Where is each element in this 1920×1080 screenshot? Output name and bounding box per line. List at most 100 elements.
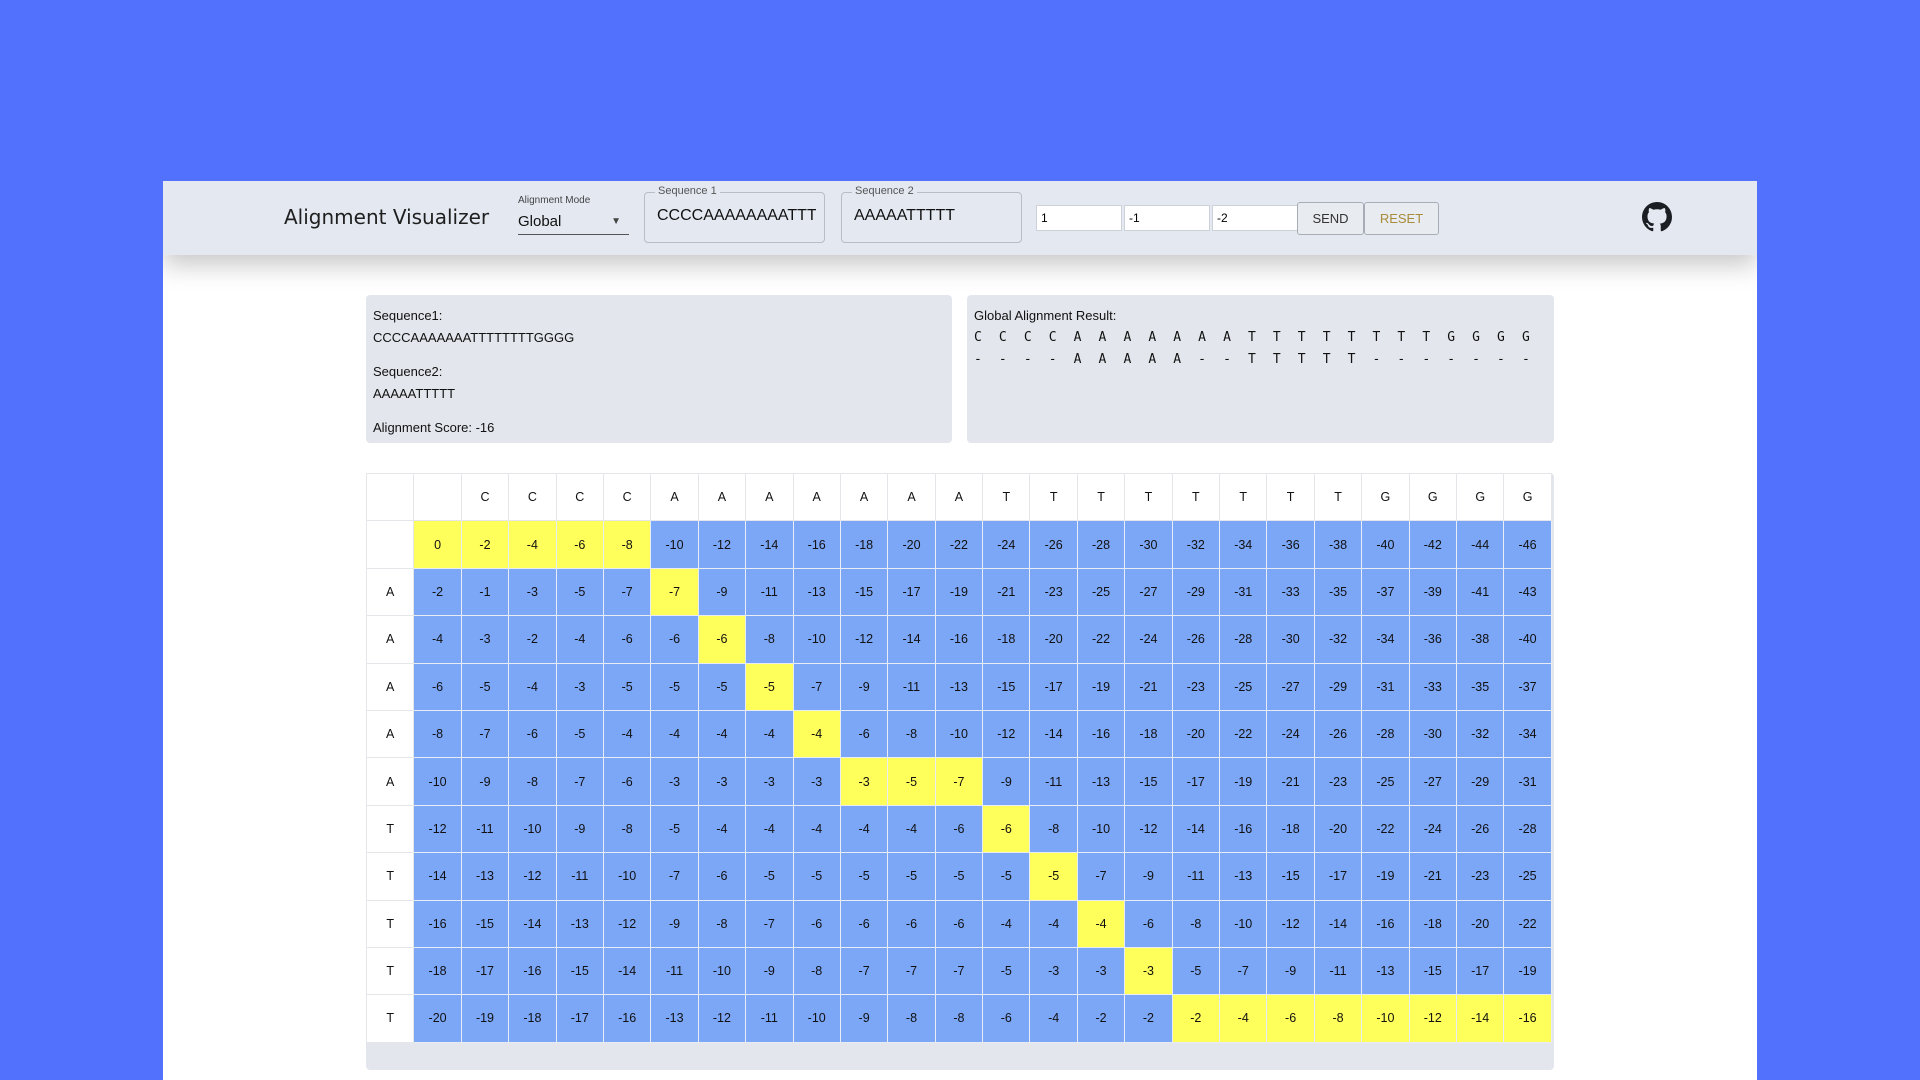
send-button[interactable]: SEND <box>1297 202 1364 235</box>
matrix-cell: -4 <box>697 709 747 759</box>
matrix-cell: -5 <box>745 852 794 901</box>
column-header: C <box>508 472 557 522</box>
match-score-input[interactable] <box>1036 205 1122 231</box>
aligned-char: - <box>1397 352 1406 367</box>
aligned-char: C <box>998 330 1007 345</box>
score-matrix-panel: C C C C A A A A A A A T T T T T T T T G G G G 0 -2 -4 -6 -8 -10 -12 -1… <box>365 472 1554 1070</box>
matrix-cell: -4 <box>413 615 462 664</box>
alignment-result-card: Global Alignment Result: CCCCAAAAAAATTTT… <box>967 295 1554 443</box>
alignment-result-heading: Global Alignment Result: <box>974 308 1117 323</box>
matrix-cell: -12 <box>839 615 889 664</box>
matrix-cell: -8 <box>1171 899 1221 948</box>
matrix-cell: -17 <box>1455 946 1505 996</box>
path-cell: -2 <box>460 520 510 569</box>
aligned-char: - <box>1521 352 1530 367</box>
reset-button[interactable]: RESET <box>1364 202 1439 235</box>
aligned-char: T <box>1247 330 1256 345</box>
matrix-cell: -9 <box>839 662 889 711</box>
matrix-cell: -18 <box>1124 709 1173 759</box>
sequence2-input[interactable] <box>854 207 1013 225</box>
path-cell: -8 <box>1313 994 1363 1043</box>
matrix-cell: -19 <box>460 994 510 1043</box>
matrix-cell: -39 <box>1408 567 1457 617</box>
row-header: A <box>365 709 415 759</box>
alignment-mode-select[interactable]: Alignment Mode Global ▼ <box>518 195 629 235</box>
matrix-cell: -11 <box>555 852 604 901</box>
matrix-cell: -16 <box>602 994 652 1043</box>
row-header: T <box>365 852 415 901</box>
matrix-cell: -11 <box>1313 946 1363 996</box>
aligned-char: A <box>1073 352 1082 367</box>
matrix-cell: -43 <box>1503 567 1552 617</box>
matrix-cell: -11 <box>887 662 936 711</box>
matrix-cell: -5 <box>650 804 699 854</box>
matrix-cell: -17 <box>1029 662 1078 711</box>
matrix-cell: -3 <box>555 662 604 711</box>
matrix-cell: -8 <box>697 899 747 948</box>
matrix-cell: -14 <box>1171 804 1221 854</box>
matrix-cell: -13 <box>555 899 604 948</box>
matrix-cell: -16 <box>934 615 984 664</box>
matrix-cell: -11 <box>745 994 794 1043</box>
column-header: C <box>555 472 604 522</box>
matrix-cell: -5 <box>982 852 1031 901</box>
aligned-char: T <box>1372 330 1381 345</box>
column-header: G <box>1455 472 1505 522</box>
aligned-char: T <box>1397 330 1406 345</box>
aligned-char: - <box>1472 352 1480 367</box>
matrix-row: T -16 -15 -14 -13 -12 -9 -8 -7 -6 -6 -6 -6 -4 -4 -4 -6 -8… <box>365 899 1552 948</box>
matrix-cell: -19 <box>1219 757 1268 806</box>
sequence1-input[interactable] <box>657 207 816 225</box>
aligned-char: C <box>974 330 982 345</box>
sequence2-field[interactable]: Sequence 2 <box>841 185 1022 243</box>
path-cell: -4 <box>508 520 557 569</box>
matrix-cell: -20 <box>1029 615 1078 664</box>
matrix-cell: -13 <box>1219 852 1268 901</box>
aligned-char: A <box>1148 330 1157 345</box>
matrix-cell: -6 <box>887 899 936 948</box>
matrix-cell: -7 <box>1076 852 1126 901</box>
matrix-cell: -22 <box>1361 804 1410 854</box>
matrix-cell: -31 <box>1219 567 1268 617</box>
matrix-cell: -12 <box>602 899 652 948</box>
path-cell: -4 <box>1219 994 1268 1043</box>
matrix-cell: -28 <box>1503 804 1552 854</box>
matrix-cell: -23 <box>1455 852 1505 901</box>
matrix-cell: -24 <box>982 520 1031 569</box>
matrix-cell: -29 <box>1171 567 1221 617</box>
aligned-char: - <box>1372 352 1381 367</box>
gap-penalty-input[interactable] <box>1212 205 1298 231</box>
aligned-char: T <box>1247 352 1256 367</box>
matrix-cell: -14 <box>1029 709 1078 759</box>
path-cell: -8 <box>602 520 652 569</box>
matrix-cell: -26 <box>1313 709 1363 759</box>
matrix-cell: -7 <box>839 946 889 996</box>
matrix-cell: -4 <box>602 709 652 759</box>
matrix-cell: -6 <box>602 757 652 806</box>
matrix-cell: -14 <box>508 899 557 948</box>
sequence1-value: CCCCAAAAAAATTTTTTTTGGGG <box>373 330 575 345</box>
matrix-cell: -7 <box>745 899 794 948</box>
matrix-cell: -13 <box>650 994 699 1043</box>
matrix-cell: -18 <box>1408 899 1457 948</box>
matrix-cell: -11 <box>1171 852 1221 901</box>
mismatch-score-input[interactable] <box>1124 205 1210 231</box>
matrix-cell: -12 <box>508 852 557 901</box>
matrix-cell: -10 <box>792 615 841 664</box>
matrix-cell: -23 <box>1171 662 1221 711</box>
matrix-cell: -19 <box>934 567 984 617</box>
aligned-char: C <box>1048 330 1057 345</box>
github-icon[interactable] <box>1642 202 1672 232</box>
matrix-cell: -27 <box>1408 757 1457 806</box>
row-header: A <box>365 615 415 664</box>
matrix-cell: -2 <box>1124 994 1173 1043</box>
matrix-cell: -5 <box>982 946 1031 996</box>
path-cell: -6 <box>555 520 604 569</box>
matrix-cell: -10 <box>508 804 557 854</box>
alignment-mode-value: Global <box>518 213 562 230</box>
sequence1-field[interactable]: Sequence 1 <box>644 185 825 243</box>
row-header: A <box>365 757 415 806</box>
matrix-cell: -15 <box>555 946 604 996</box>
aligned-sequence-bottom: ----AAAAA--TTTTT------- <box>974 349 1547 371</box>
matrix-cell: -19 <box>1076 662 1126 711</box>
